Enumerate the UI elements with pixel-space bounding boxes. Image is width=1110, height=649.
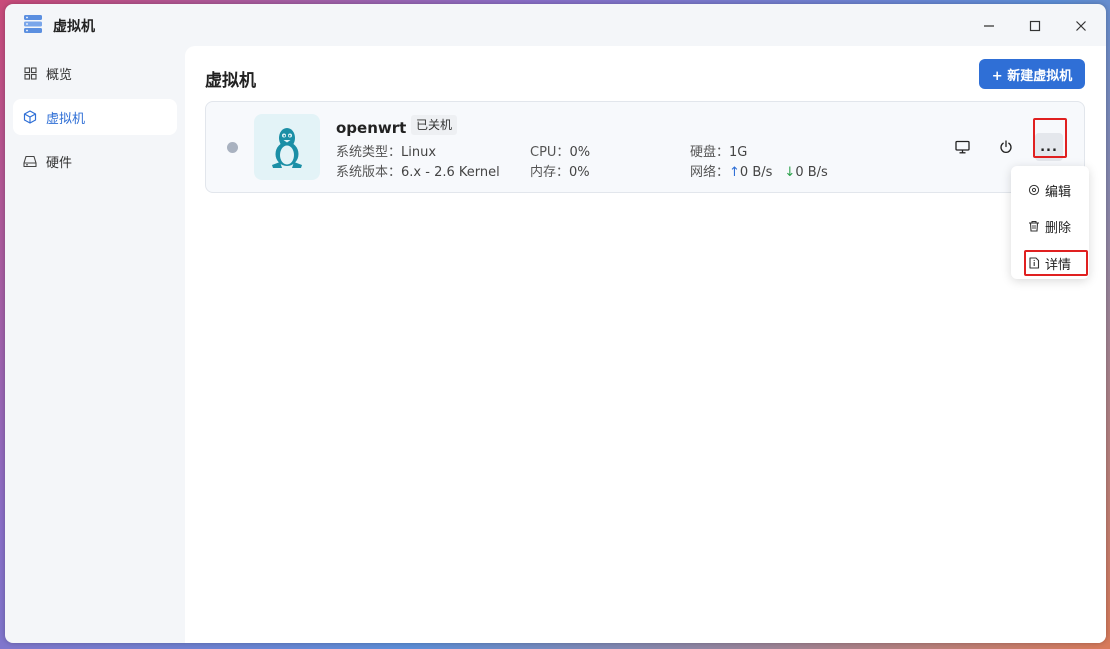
sidebar-item-label: 概览 bbox=[46, 67, 73, 83]
maximize-icon bbox=[1029, 20, 1041, 32]
sidebar-item-hardware[interactable]: 硬件 bbox=[13, 143, 177, 179]
memory-label: 内存： bbox=[530, 165, 570, 180]
menu-item-label: 删除 bbox=[1045, 220, 1072, 236]
monitor-icon bbox=[954, 140, 970, 154]
sidebar-item-label: 硬件 bbox=[46, 155, 73, 171]
server-stack-icon bbox=[22, 13, 44, 35]
status-dot bbox=[227, 142, 238, 153]
memory-usage: 内存：0% bbox=[530, 161, 590, 180]
main-panel: 虚拟机 + 新建虚拟机 openwrt 已关机 系统类型：Linux 系统版本：… bbox=[185, 46, 1106, 643]
app-title: 虚拟机 bbox=[53, 19, 95, 35]
close-icon bbox=[1076, 21, 1086, 31]
os-type-value: Linux bbox=[401, 145, 437, 160]
minimize-button[interactable] bbox=[966, 8, 1012, 44]
network-rate: 网络：↑0 B/s ↓0 B/s bbox=[690, 161, 828, 180]
sidebar-item-vm[interactable]: 虚拟机 bbox=[13, 99, 177, 135]
more-button-highlight bbox=[1033, 118, 1067, 158]
title-bar: 虚拟机 bbox=[5, 4, 1106, 46]
network-label: 网络： bbox=[690, 165, 730, 180]
sidebar: 概览 虚拟机 硬件 bbox=[5, 46, 185, 643]
drive-icon bbox=[23, 154, 37, 168]
linux-tux-icon bbox=[254, 114, 320, 180]
memory-value: 0% bbox=[569, 165, 590, 180]
minimize-icon bbox=[984, 25, 994, 27]
arrow-down-icon: ↓ bbox=[784, 165, 796, 180]
arrow-up-icon: ↑ bbox=[729, 165, 740, 180]
cpu-label: CPU： bbox=[530, 145, 570, 160]
sidebar-item-overview[interactable]: 概览 bbox=[13, 55, 177, 91]
menu-item-edit[interactable]: 编辑 bbox=[1011, 177, 1089, 203]
edit-icon bbox=[1028, 184, 1040, 196]
os-version-label: 系统版本： bbox=[336, 165, 402, 180]
cube-icon bbox=[23, 110, 37, 124]
power-button[interactable] bbox=[993, 134, 1019, 160]
vm-name: openwrt bbox=[336, 119, 407, 137]
maximize-button[interactable] bbox=[1012, 8, 1058, 44]
status-badge: 已关机 bbox=[411, 115, 458, 135]
new-vm-button[interactable]: + 新建虚拟机 bbox=[979, 59, 1085, 89]
disk-value: 1G bbox=[729, 145, 748, 160]
cpu-usage: CPU：0% bbox=[530, 141, 590, 160]
net-down-value: 0 B/s bbox=[795, 165, 828, 180]
menu-item-delete[interactable]: 删除 bbox=[1011, 213, 1089, 239]
menu-item-label: 编辑 bbox=[1045, 184, 1072, 200]
page-title: 虚拟机 bbox=[205, 71, 256, 91]
cpu-value: 0% bbox=[569, 145, 591, 160]
disk-label: 硬盘： bbox=[690, 145, 730, 160]
sidebar-item-label: 虚拟机 bbox=[46, 111, 86, 127]
os-version-value: 6.x - 2.6 Kernel bbox=[401, 165, 500, 180]
detail-item-highlight bbox=[1024, 250, 1088, 276]
vm-card[interactable]: openwrt 已关机 系统类型：Linux 系统版本：6.x - 2.6 Ke… bbox=[205, 101, 1085, 193]
disk-size: 硬盘：1G bbox=[690, 141, 747, 160]
net-up-value: 0 B/s bbox=[739, 165, 773, 180]
os-type-label: 系统类型： bbox=[336, 145, 402, 160]
os-type: 系统类型：Linux bbox=[336, 141, 436, 160]
os-version: 系统版本：6.x - 2.6 Kernel bbox=[336, 161, 500, 180]
close-button[interactable] bbox=[1058, 8, 1104, 44]
trash-icon bbox=[1028, 220, 1040, 232]
grid-icon bbox=[23, 66, 37, 80]
power-icon bbox=[1000, 140, 1012, 153]
console-button[interactable] bbox=[949, 134, 975, 160]
app-window: 虚拟机 概览 虚拟机 硬件 虚拟机 + 新建虚拟机 openwrt 已关机 系统… bbox=[5, 4, 1106, 643]
